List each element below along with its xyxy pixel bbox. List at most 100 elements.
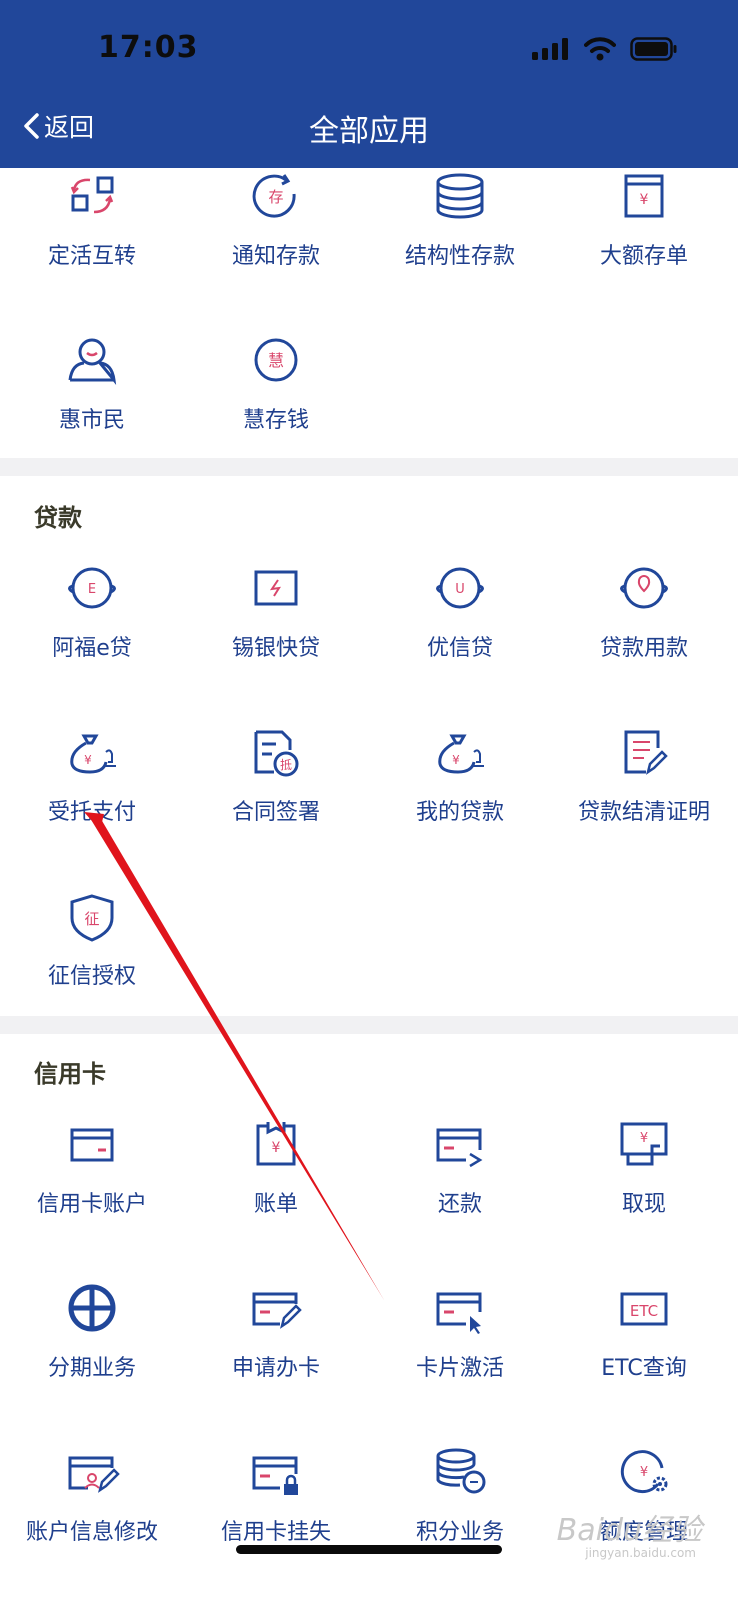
status-icons xyxy=(532,34,678,64)
app-my-loan[interactable]: ¥ 我的贷款 xyxy=(368,728,552,868)
hui-glyph: 慧 xyxy=(268,351,284,370)
app-label: 大额存单 xyxy=(599,244,688,269)
app-points[interactable]: 积分业务 xyxy=(368,1448,552,1588)
etc-glyph: ETC xyxy=(630,1302,658,1320)
app-label: 受托支付 xyxy=(47,800,136,825)
app-etc-query[interactable]: ETC ETC查询 xyxy=(552,1284,736,1424)
u-glyph: U xyxy=(455,582,465,597)
section-title-loan: 贷款 xyxy=(34,504,82,532)
app-label: 定活互转 xyxy=(47,244,136,269)
credit-loan-icon: U xyxy=(430,564,490,624)
money-bag-icon: ¥ xyxy=(62,728,122,788)
section-title-credit: 信用卡 xyxy=(34,1060,106,1088)
signal-icon xyxy=(532,38,570,60)
yen-glyph: ¥ xyxy=(452,753,460,767)
quick-loan-icon xyxy=(246,564,306,624)
app-label: 申请办卡 xyxy=(231,1356,320,1381)
settlement-icon xyxy=(614,728,674,788)
battery-icon xyxy=(630,37,678,61)
app-label: 卡片激活 xyxy=(415,1356,504,1381)
app-label: 还款 xyxy=(437,1192,482,1217)
repayment-icon xyxy=(430,1120,490,1180)
etc-icon: ETC xyxy=(614,1284,674,1344)
app-hui-deposit[interactable]: 慧 慧存钱 xyxy=(184,336,368,476)
app-label: 通知存款 xyxy=(231,244,320,269)
loan-section: 贷款 E 阿福e贷 锡银快贷 U 优信贷 贷款用款 ¥ 受托支付 抵 合同签署 … xyxy=(0,476,738,1016)
activate-card-icon xyxy=(430,1284,490,1344)
section-divider xyxy=(0,458,738,476)
watermark-brand: Baidu经验 xyxy=(556,1513,702,1548)
app-activate-card[interactable]: 卡片激活 xyxy=(368,1284,552,1424)
zheng-glyph: 征 xyxy=(84,910,99,928)
yen-glyph: ¥ xyxy=(640,1465,648,1480)
app-header: 17:03 返回 全部应用 xyxy=(0,0,738,168)
app-credit-authorization[interactable]: 征 征信授权 xyxy=(0,892,184,1032)
app-structured-deposit[interactable]: 结构性存款 xyxy=(368,172,552,312)
app-loan-use[interactable]: 贷款用款 xyxy=(552,564,736,704)
app-repayment[interactable]: 还款 xyxy=(368,1120,552,1260)
app-label: ETC查询 xyxy=(601,1356,687,1381)
home-indicator[interactable] xyxy=(236,1545,502,1554)
app-loan-settlement[interactable]: 贷款结清证明 xyxy=(552,728,736,868)
app-large-cd[interactable]: ¥ 大额存单 xyxy=(552,172,736,312)
yen-glyph: ¥ xyxy=(640,1131,648,1146)
app-label: 锡银快贷 xyxy=(231,636,320,661)
app-label: 账单 xyxy=(253,1192,298,1217)
yen-glyph: ¥ xyxy=(84,753,92,767)
coin-stack-icon xyxy=(430,172,490,232)
app-label: 积分业务 xyxy=(415,1520,504,1545)
app-label: 贷款结清证明 xyxy=(577,800,710,825)
watermark-url: jingyan.baidu.com xyxy=(585,1546,696,1560)
app-label: 惠市民 xyxy=(58,408,125,433)
app-label: 分期业务 xyxy=(47,1356,136,1381)
app-notice-deposit[interactable]: 存 通知存款 xyxy=(184,172,368,312)
page-title: 全部应用 xyxy=(309,114,429,149)
app-label: 信用卡挂失 xyxy=(220,1520,331,1545)
app-quick-loan[interactable]: 锡银快贷 xyxy=(184,564,368,704)
my-loan-icon: ¥ xyxy=(430,728,490,788)
e-glyph: E xyxy=(88,582,96,597)
account-edit-icon xyxy=(62,1448,122,1508)
installment-icon xyxy=(62,1284,122,1344)
app-label: 阿福e贷 xyxy=(52,636,132,661)
status-time: 17:03 xyxy=(98,30,199,65)
app-label: 我的贷款 xyxy=(415,800,504,825)
yen-glyph: ¥ xyxy=(272,1140,281,1156)
limit-icon: ¥ xyxy=(614,1448,674,1508)
app-installment[interactable]: 分期业务 xyxy=(0,1284,184,1424)
cun-glyph: 存 xyxy=(268,188,283,206)
app-label: 信用卡账户 xyxy=(36,1192,147,1217)
cash-withdraw-icon: ¥ xyxy=(614,1120,674,1180)
app-account-edit[interactable]: 账户信息修改 xyxy=(0,1448,184,1588)
app-credit-loan[interactable]: U 优信贷 xyxy=(368,564,552,704)
app-hui-citizen[interactable]: 惠市民 xyxy=(0,336,184,476)
wifi-icon xyxy=(584,37,616,61)
citizen-icon xyxy=(62,336,122,396)
transfer-icon xyxy=(62,172,122,232)
loan-use-icon xyxy=(614,564,674,624)
app-label: 慧存钱 xyxy=(242,408,309,433)
yen-glyph: ¥ xyxy=(640,192,649,208)
di-glyph: 抵 xyxy=(280,758,292,772)
app-label: 贷款用款 xyxy=(599,636,688,661)
app-label: 合同签署 xyxy=(231,800,320,825)
section-divider xyxy=(0,1016,738,1034)
app-bill[interactable]: ¥ 账单 xyxy=(184,1120,368,1260)
shield-icon: 征 xyxy=(62,892,122,952)
card-lock-icon xyxy=(246,1448,306,1508)
app-contract-sign[interactable]: 抵 合同签署 xyxy=(184,728,368,868)
contract-icon: 抵 xyxy=(246,728,306,788)
app-dinghuo-transfer[interactable]: 定活互转 xyxy=(0,172,184,312)
app-apply-card[interactable]: 申请办卡 xyxy=(184,1284,368,1424)
app-label: 征信授权 xyxy=(47,964,136,989)
card-account-icon xyxy=(62,1120,122,1180)
app-card-loss-report[interactable]: 信用卡挂失 xyxy=(184,1448,368,1588)
app-label: 结构性存款 xyxy=(404,244,515,269)
app-card-account[interactable]: 信用卡账户 xyxy=(0,1120,184,1260)
app-afu-eloan[interactable]: E 阿福e贷 xyxy=(0,564,184,704)
hui-deposit-icon: 慧 xyxy=(246,336,306,396)
app-entrusted-payment[interactable]: ¥ 受托支付 xyxy=(0,728,184,868)
app-cash-withdraw[interactable]: ¥ 取现 xyxy=(552,1120,736,1260)
notice-deposit-icon: 存 xyxy=(246,172,306,232)
app-label: 取现 xyxy=(621,1192,666,1217)
